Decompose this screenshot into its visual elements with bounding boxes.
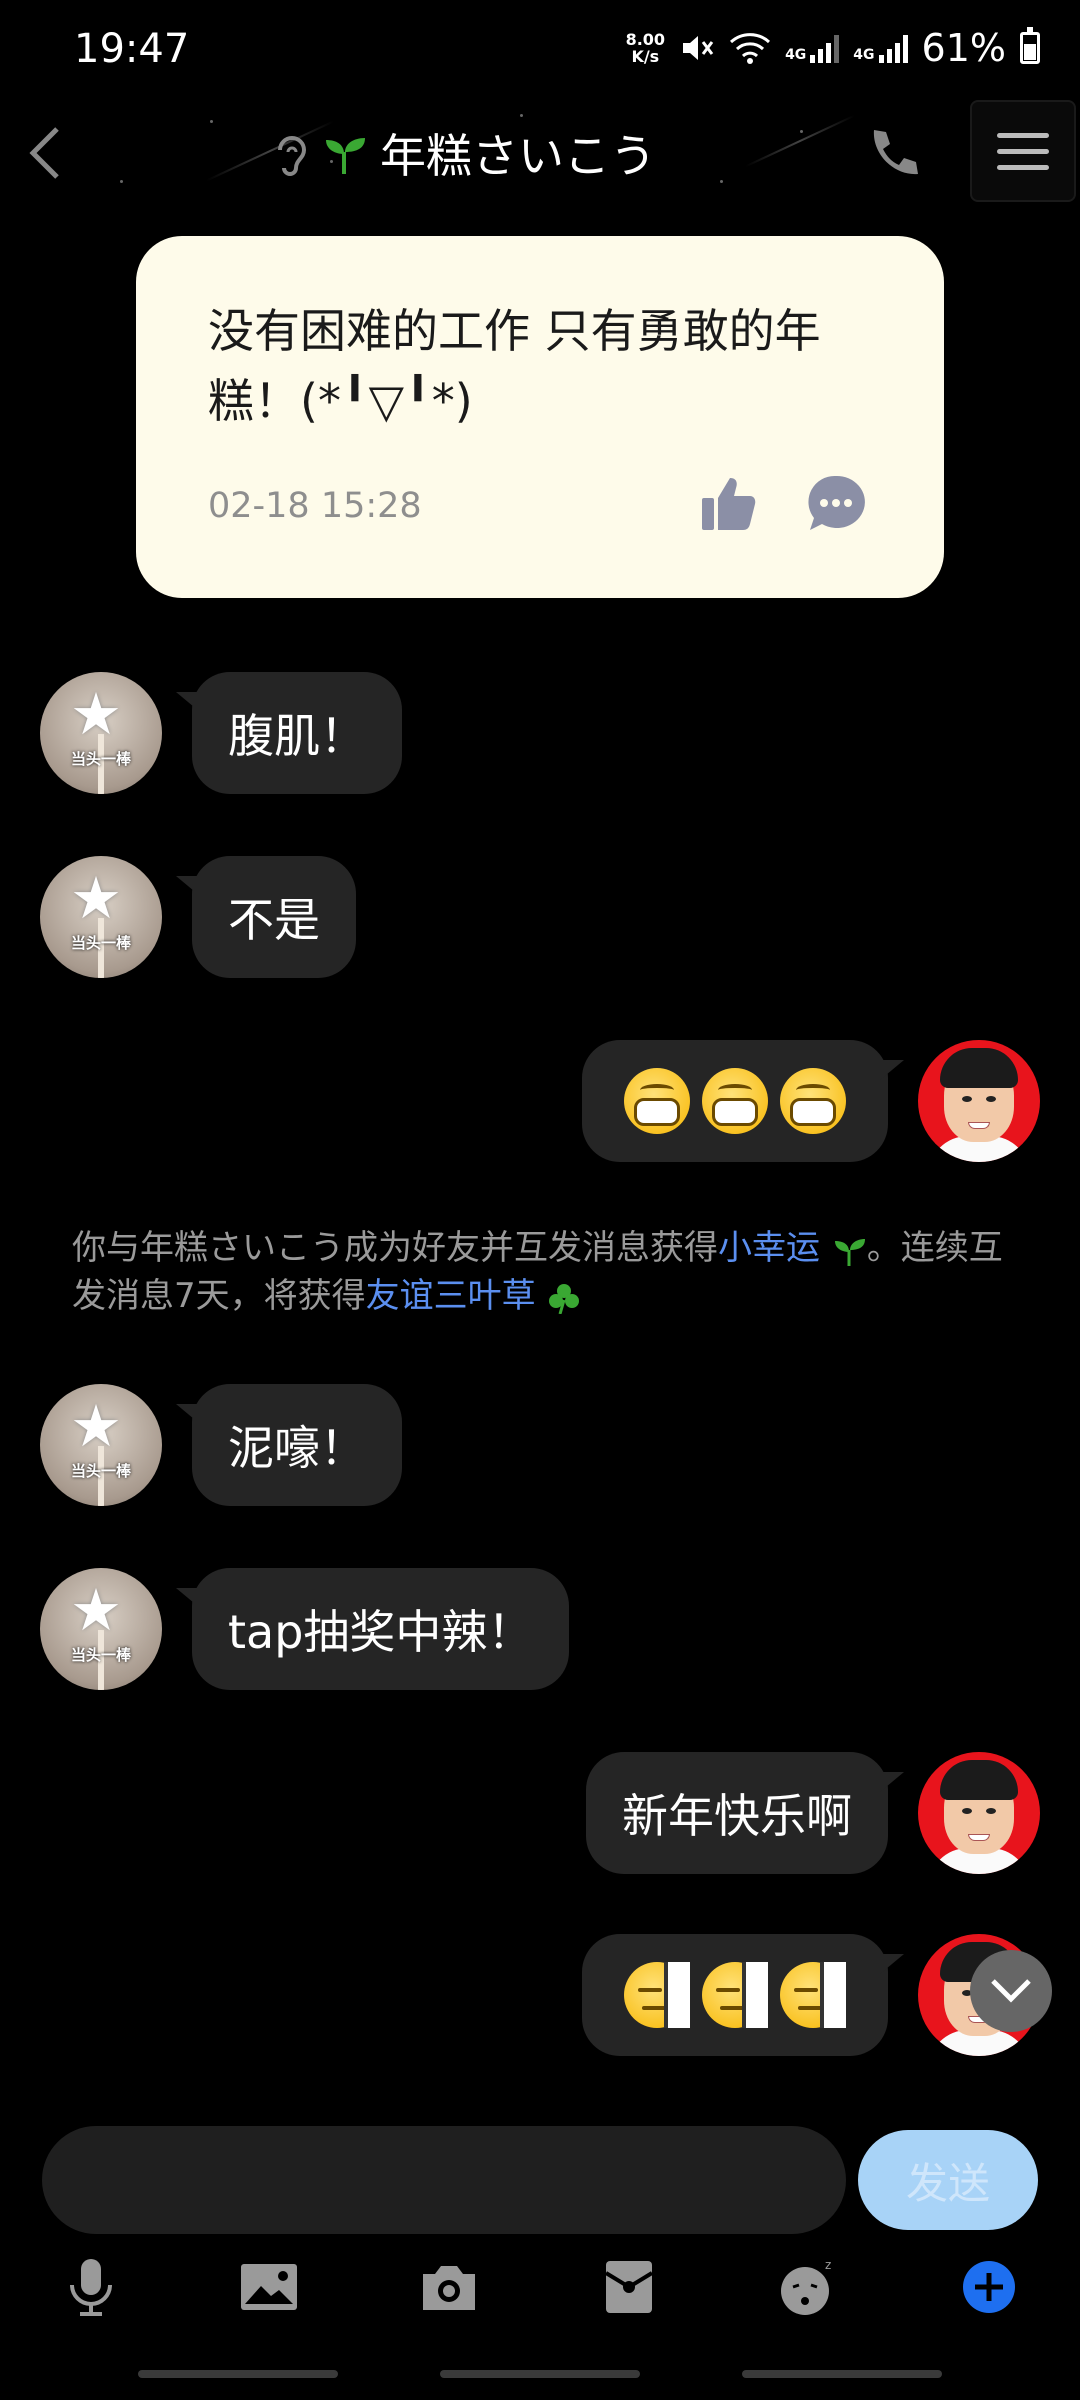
mute-icon — [683, 36, 714, 60]
message-row — [0, 1040, 1080, 1162]
message-bubble[interactable]: 泥嚎！ — [176, 1384, 402, 1506]
message-row: ★ 当头一棒 腹肌！ — [0, 672, 1080, 794]
net-speed: 8.00 K/s — [625, 30, 666, 66]
sim2-signal: 4G — [853, 33, 908, 63]
nav-handle[interactable] — [742, 2370, 942, 2378]
comment-icon — [808, 475, 865, 530]
avatar-caption: 当头一棒 — [70, 750, 131, 768]
plus-icon — [963, 2261, 1015, 2313]
voice-button[interactable] — [56, 2252, 126, 2322]
pinned-note-time: 02-18 15:28 — [208, 486, 422, 526]
message-input[interactable] — [42, 2126, 846, 2234]
friend-avatar[interactable]: ★ 当头一棒 — [40, 672, 162, 794]
emoji-button[interactable]: z — [774, 2252, 844, 2322]
input-toolbar: z — [0, 2252, 1080, 2342]
chevron-down-icon — [991, 1979, 1031, 2003]
pinned-note-card[interactable]: 没有困难的工作 只有勇敢的年糕！(*╹▽╹*) 02-18 15:28 — [136, 236, 944, 598]
battery-percent: 61% — [921, 26, 1006, 70]
like-button[interactable] — [698, 472, 762, 536]
message-row: ★ 当头一棒 不是 — [0, 856, 1080, 978]
friend-avatar[interactable]: ★ 当头一棒 — [40, 1384, 162, 1506]
status-bar: 19:47 8.00 K/s 4G 4G 61% — [0, 0, 1080, 100]
more-button[interactable] — [954, 2252, 1024, 2322]
star-icon: ★ — [70, 680, 122, 748]
send-button[interactable]: 发送 — [858, 2130, 1038, 2230]
message-row — [0, 1934, 1080, 2056]
message-row: ★ 当头一棒 泥嚎！ — [0, 1384, 1080, 1506]
status-time: 19:47 — [74, 26, 190, 72]
sly-emoji-icon — [702, 1962, 768, 2028]
lucky-link[interactable]: 小幸运 — [718, 1228, 820, 1268]
mic-icon — [70, 2259, 112, 2316]
ear-icon — [278, 136, 307, 176]
message-bubble[interactable] — [582, 1040, 904, 1162]
star-icon: ★ — [70, 1392, 122, 1460]
clover-icon — [549, 1283, 580, 1314]
phone-icon — [873, 130, 918, 175]
pinned-note-text: 没有困难的工作 只有勇敢的年糕！(*╹▽╹*) — [208, 304, 821, 428]
gesture-navigation-bar — [0, 2370, 1080, 2380]
svg-text:z: z — [825, 2258, 831, 2272]
red-packet-icon — [604, 2261, 654, 2313]
battery-icon — [1020, 27, 1040, 64]
nav-handle[interactable] — [440, 2370, 640, 2378]
image-button[interactable] — [234, 2252, 304, 2322]
message-bubble[interactable]: 腹肌！ — [176, 672, 402, 794]
call-button[interactable] — [862, 122, 926, 186]
message-row: 新年快乐啊 — [0, 1752, 1080, 1874]
red-packet-button[interactable] — [594, 2252, 664, 2322]
sprout-icon — [326, 138, 365, 174]
message-bubble[interactable]: tap抽奖中辣！ — [175, 1568, 570, 1690]
star-icon: ★ — [70, 1576, 122, 1644]
message-bubble[interactable]: 不是 — [176, 856, 356, 978]
back-icon — [29, 127, 59, 179]
sim1-signal: 4G — [785, 33, 840, 63]
comment-button[interactable] — [804, 472, 868, 536]
message-bubble[interactable]: 新年快乐啊 — [586, 1752, 904, 1874]
chat-header: 年糕さいこう — [0, 100, 1080, 210]
back-button[interactable] — [10, 118, 80, 188]
sly-emoji-icon — [624, 1962, 690, 2028]
nav-handle[interactable] — [138, 2370, 338, 2378]
status-icons: 8.00 K/s 4G 4G 61% — [626, 26, 1040, 70]
avatar-caption: 当头一棒 — [70, 934, 131, 952]
camera-icon — [423, 2266, 475, 2310]
scroll-to-bottom-button[interactable] — [970, 1950, 1052, 2032]
my-avatar[interactable] — [918, 1752, 1040, 1874]
avatar-caption: 当头一棒 — [70, 1462, 131, 1480]
camera-button[interactable] — [414, 2252, 484, 2322]
system-message: 你与年糕さいこう成为好友并互发消息获得小幸运 。连续互发消息7天，将获得友谊三叶… — [72, 1228, 1003, 1316]
grin-emoji-icon — [780, 1068, 846, 1134]
avatar-caption: 当头一棒 — [70, 1646, 131, 1664]
friend-avatar[interactable]: ★ 当头一棒 — [40, 1568, 162, 1690]
image-icon — [241, 2264, 297, 2310]
grin-emoji-icon — [624, 1068, 690, 1134]
wifi-icon — [730, 33, 771, 64]
chat-title[interactable]: 年糕さいこう — [270, 120, 656, 186]
emoji-icon: z — [781, 2258, 831, 2315]
sly-emoji-icon — [780, 1962, 846, 2028]
grin-emoji-icon — [702, 1068, 768, 1134]
star-icon: ★ — [70, 864, 122, 932]
chat-title-text: 年糕さいこう — [380, 129, 656, 183]
menu-icon — [997, 132, 1049, 138]
message-bubble[interactable] — [582, 1934, 904, 2056]
clover-link[interactable]: 友谊三叶草 — [366, 1276, 536, 1316]
my-avatar[interactable] — [918, 1040, 1040, 1162]
friend-avatar[interactable]: ★ 当头一棒 — [40, 856, 162, 978]
message-row: ★ 当头一棒 tap抽奖中辣！ — [0, 1568, 1080, 1690]
menu-button[interactable] — [970, 100, 1076, 202]
sprout-icon — [834, 1238, 865, 1266]
thumbs-up-icon — [702, 478, 756, 530]
